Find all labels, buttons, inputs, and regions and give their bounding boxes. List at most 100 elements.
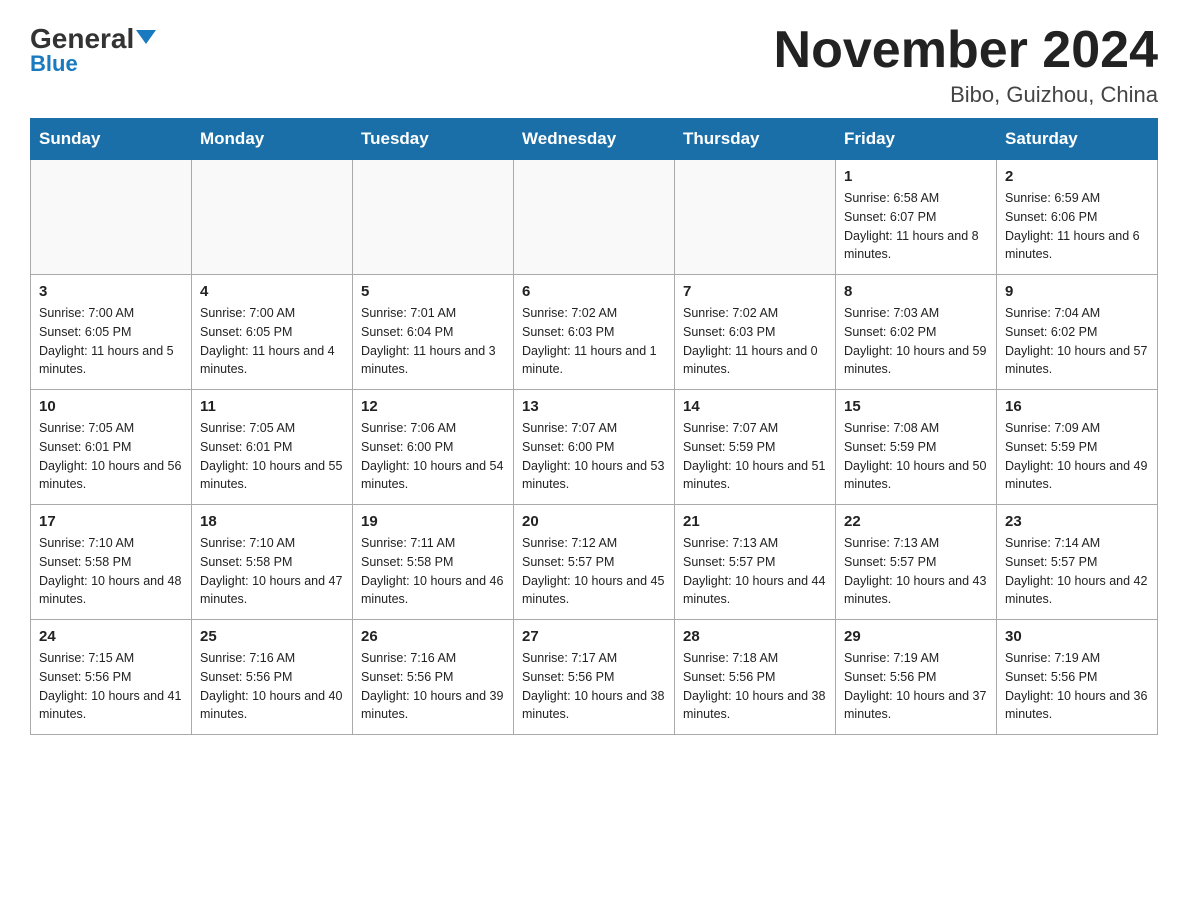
day-number: 18 [200, 513, 344, 530]
day-info: Sunrise: 7:06 AMSunset: 6:00 PMDaylight:… [361, 419, 505, 494]
table-row: 27 Sunrise: 7:17 AMSunset: 5:56 PMDayligh… [514, 620, 675, 735]
col-sunday: Sunday [31, 119, 192, 160]
day-number: 16 [1005, 398, 1149, 415]
day-number: 14 [683, 398, 827, 415]
table-row: 26 Sunrise: 7:16 AMSunset: 5:56 PMDayligh… [353, 620, 514, 735]
day-number: 9 [1005, 283, 1149, 300]
table-row: 3 Sunrise: 7:00 AMSunset: 6:05 PMDaylight… [31, 275, 192, 390]
table-row: 22 Sunrise: 7:13 AMSunset: 5:57 PMDayligh… [836, 505, 997, 620]
table-row: 28Sunrise: 7:18 AMSunset: 5:56 PMDayligh… [675, 620, 836, 735]
table-row: 9 Sunrise: 7:04 AMSunset: 6:02 PMDaylight… [997, 275, 1158, 390]
day-info: Sunrise: 7:08 AMSunset: 5:59 PMDaylight:… [844, 419, 988, 494]
table-row: 19 Sunrise: 7:11 AMSunset: 5:58 PMDayligh… [353, 505, 514, 620]
day-info: Sunrise: 7:16 AMSunset: 5:56 PMDaylight:… [361, 649, 505, 724]
day-number: 10 [39, 398, 183, 415]
day-info: Sunrise: 7:15 AMSunset: 5:56 PMDaylight:… [39, 649, 183, 724]
table-row: 5 Sunrise: 7:01 AMSunset: 6:04 PMDaylight… [353, 275, 514, 390]
day-info: Sunrise: 7:17 AMSunset: 5:56 PMDaylight:… [522, 649, 666, 724]
day-number: 30 [1005, 628, 1149, 645]
day-number: 8 [844, 283, 988, 300]
day-info: Sunrise: 7:04 AMSunset: 6:02 PMDaylight:… [1005, 304, 1149, 379]
table-row: 30 Sunrise: 7:19 AMSunset: 5:56 PMDayligh… [997, 620, 1158, 735]
table-row: 16 Sunrise: 7:09 AMSunset: 5:59 PMDayligh… [997, 390, 1158, 505]
day-number: 11 [200, 398, 344, 415]
day-info: Sunrise: 7:00 AMSunset: 6:05 PMDaylight:… [39, 304, 183, 379]
day-number: 25 [200, 628, 344, 645]
day-number: 27 [522, 628, 666, 645]
day-number: 6 [522, 283, 666, 300]
day-info: Sunrise: 7:02 AMSunset: 6:03 PMDaylight:… [683, 304, 827, 379]
day-number: 19 [361, 513, 505, 530]
table-row: 20Sunrise: 7:12 AMSunset: 5:57 PMDayligh… [514, 505, 675, 620]
table-row: 21Sunrise: 7:13 AMSunset: 5:57 PMDayligh… [675, 505, 836, 620]
table-row [675, 160, 836, 275]
table-row [353, 160, 514, 275]
calendar-week-row: 24 Sunrise: 7:15 AMSunset: 5:56 PMDayligh… [31, 620, 1158, 735]
table-row: 8 Sunrise: 7:03 AMSunset: 6:02 PMDaylight… [836, 275, 997, 390]
day-info: Sunrise: 7:10 AMSunset: 5:58 PMDaylight:… [200, 534, 344, 609]
logo-sub: Blue [30, 51, 78, 77]
day-info: Sunrise: 7:09 AMSunset: 5:59 PMDaylight:… [1005, 419, 1149, 494]
calendar-subtitle: Bibo, Guizhou, China [774, 82, 1158, 108]
table-row: 12 Sunrise: 7:06 AMSunset: 6:00 PMDayligh… [353, 390, 514, 505]
day-number: 29 [844, 628, 988, 645]
table-row: 24 Sunrise: 7:15 AMSunset: 5:56 PMDayligh… [31, 620, 192, 735]
table-row [31, 160, 192, 275]
day-info: Sunrise: 7:13 AMSunset: 5:57 PMDaylight:… [683, 534, 827, 609]
table-row: 1 Sunrise: 6:58 AMSunset: 6:07 PMDaylight… [836, 160, 997, 275]
calendar-title: November 2024 [774, 20, 1158, 80]
title-area: November 2024 Bibo, Guizhou, China [774, 20, 1158, 108]
calendar-header-row: Sunday Monday Tuesday Wednesday Thursday… [31, 119, 1158, 160]
day-number: 24 [39, 628, 183, 645]
table-row [514, 160, 675, 275]
table-row: 29Sunrise: 7:19 AMSunset: 5:56 PMDayligh… [836, 620, 997, 735]
calendar-week-row: 3 Sunrise: 7:00 AMSunset: 6:05 PMDaylight… [31, 275, 1158, 390]
day-info: Sunrise: 7:01 AMSunset: 6:04 PMDaylight:… [361, 304, 505, 379]
table-row: 14 Sunrise: 7:07 AMSunset: 5:59 PMDayligh… [675, 390, 836, 505]
calendar-week-row: 17Sunrise: 7:10 AMSunset: 5:58 PMDayligh… [31, 505, 1158, 620]
day-number: 22 [844, 513, 988, 530]
table-row: 13Sunrise: 7:07 AMSunset: 6:00 PMDayligh… [514, 390, 675, 505]
day-info: Sunrise: 6:58 AMSunset: 6:07 PMDaylight:… [844, 189, 988, 264]
col-tuesday: Tuesday [353, 119, 514, 160]
day-info: Sunrise: 7:05 AMSunset: 6:01 PMDaylight:… [200, 419, 344, 494]
col-thursday: Thursday [675, 119, 836, 160]
calendar-table: Sunday Monday Tuesday Wednesday Thursday… [30, 118, 1158, 735]
table-row: 18 Sunrise: 7:10 AMSunset: 5:58 PMDayligh… [192, 505, 353, 620]
table-row [192, 160, 353, 275]
day-info: Sunrise: 7:19 AMSunset: 5:56 PMDaylight:… [1005, 649, 1149, 724]
day-number: 23 [1005, 513, 1149, 530]
day-info: Sunrise: 7:05 AMSunset: 6:01 PMDaylight:… [39, 419, 183, 494]
table-row: 15 Sunrise: 7:08 AMSunset: 5:59 PMDayligh… [836, 390, 997, 505]
logo-main: General [30, 25, 156, 53]
day-number: 15 [844, 398, 988, 415]
table-row: 25 Sunrise: 7:16 AMSunset: 5:56 PMDayligh… [192, 620, 353, 735]
day-number: 26 [361, 628, 505, 645]
col-monday: Monday [192, 119, 353, 160]
logo: General Blue [30, 25, 156, 77]
col-saturday: Saturday [997, 119, 1158, 160]
day-info: Sunrise: 7:00 AMSunset: 6:05 PMDaylight:… [200, 304, 344, 379]
day-info: Sunrise: 7:10 AMSunset: 5:58 PMDaylight:… [39, 534, 183, 609]
day-info: Sunrise: 7:11 AMSunset: 5:58 PMDaylight:… [361, 534, 505, 609]
day-number: 5 [361, 283, 505, 300]
day-number: 12 [361, 398, 505, 415]
day-info: Sunrise: 7:14 AMSunset: 5:57 PMDaylight:… [1005, 534, 1149, 609]
day-number: 1 [844, 168, 988, 185]
table-row: 17Sunrise: 7:10 AMSunset: 5:58 PMDayligh… [31, 505, 192, 620]
col-friday: Friday [836, 119, 997, 160]
day-info: Sunrise: 7:12 AMSunset: 5:57 PMDaylight:… [522, 534, 666, 609]
day-info: Sunrise: 7:16 AMSunset: 5:56 PMDaylight:… [200, 649, 344, 724]
day-info: Sunrise: 7:03 AMSunset: 6:02 PMDaylight:… [844, 304, 988, 379]
table-row: 6 Sunrise: 7:02 AMSunset: 6:03 PMDaylight… [514, 275, 675, 390]
day-info: Sunrise: 7:07 AMSunset: 5:59 PMDaylight:… [683, 419, 827, 494]
day-info: Sunrise: 7:07 AMSunset: 6:00 PMDaylight:… [522, 419, 666, 494]
day-info: Sunrise: 7:13 AMSunset: 5:57 PMDaylight:… [844, 534, 988, 609]
day-info: Sunrise: 7:02 AMSunset: 6:03 PMDaylight:… [522, 304, 666, 379]
table-row: 2Sunrise: 6:59 AMSunset: 6:06 PMDaylight… [997, 160, 1158, 275]
day-number: 28 [683, 628, 827, 645]
day-info: Sunrise: 6:59 AMSunset: 6:06 PMDaylight:… [1005, 189, 1149, 264]
day-number: 3 [39, 283, 183, 300]
calendar-week-row: 10 Sunrise: 7:05 AMSunset: 6:01 PMDayligh… [31, 390, 1158, 505]
page-header: General Blue November 2024 Bibo, Guizhou… [30, 20, 1158, 108]
